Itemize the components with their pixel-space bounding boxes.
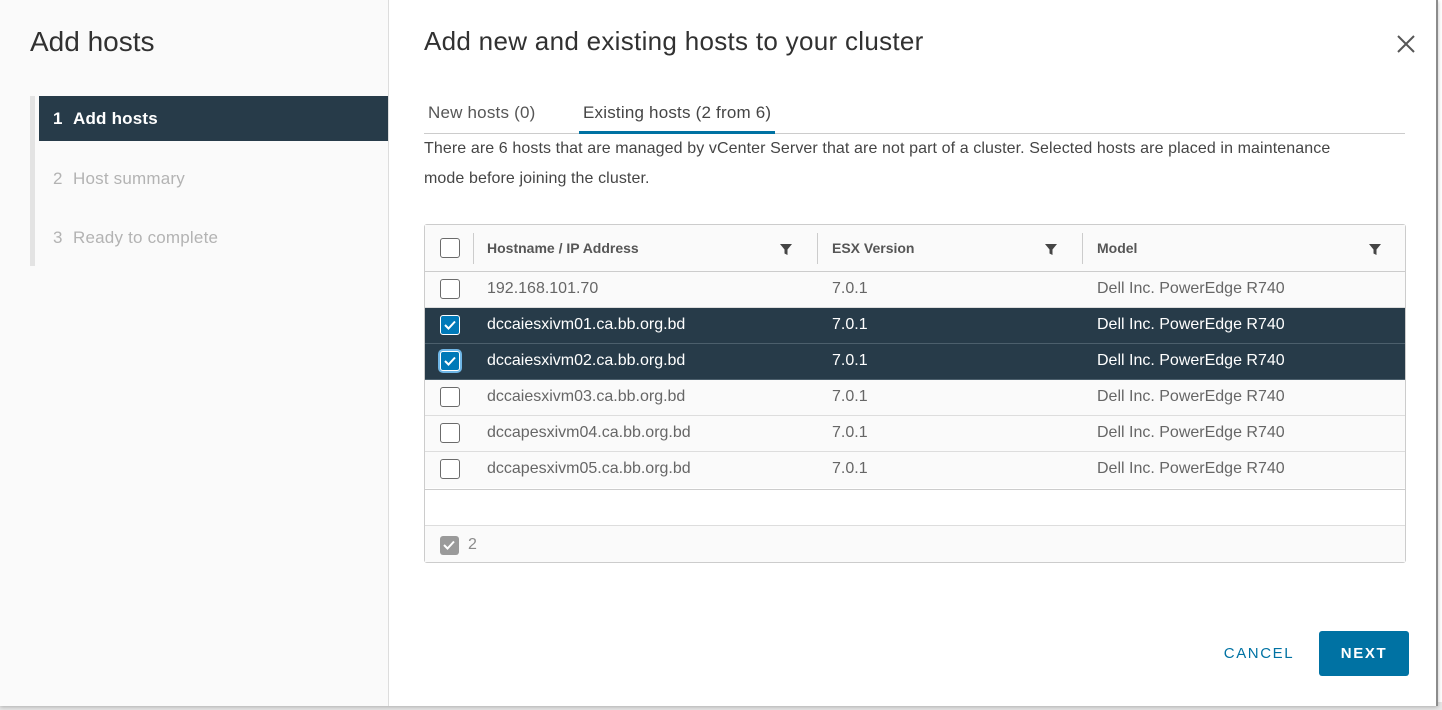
step-number: 3 bbox=[53, 227, 63, 247]
column-separator bbox=[473, 233, 474, 264]
version-cell: 7.0.1 bbox=[832, 424, 868, 441]
tab-new-hosts[interactable]: New hosts (0) bbox=[424, 96, 539, 134]
row-checkbox[interactable] bbox=[440, 387, 460, 407]
column-separator bbox=[1082, 233, 1083, 264]
table-row[interactable]: 192.168.101.70 7.0.1 Dell Inc. PowerEdge… bbox=[425, 272, 1405, 308]
filter-icon[interactable] bbox=[1045, 244, 1057, 256]
version-cell: 7.0.1 bbox=[832, 460, 868, 477]
version-cell: 7.0.1 bbox=[832, 352, 868, 369]
row-checkbox[interactable] bbox=[440, 459, 460, 479]
hostname-cell: dccaiesxivm02.ca.bb.org.bd bbox=[487, 352, 686, 369]
model-cell: Dell Inc. PowerEdge R740 bbox=[1097, 460, 1285, 477]
step-add-hosts[interactable]: 1 Add hosts bbox=[39, 96, 388, 141]
hostname-cell: dccapesxivm04.ca.bb.org.bd bbox=[487, 424, 691, 441]
wizard-steps-pane: Add hosts 1 Add hosts 2 Host summary 3 R… bbox=[0, 0, 389, 706]
table-row[interactable]: dccaiesxivm02.ca.bb.org.bd 7.0.1 Dell In… bbox=[425, 344, 1405, 380]
description-text: There are 6 hosts that are managed by vC… bbox=[424, 140, 1331, 187]
model-cell: Dell Inc. PowerEdge R740 bbox=[1097, 280, 1285, 297]
steps-rail bbox=[30, 96, 35, 266]
selected-count-checkbox-icon bbox=[440, 536, 459, 555]
close-icon[interactable] bbox=[1395, 33, 1417, 55]
column-separator bbox=[817, 233, 818, 264]
step-number: 2 bbox=[53, 168, 63, 188]
table-row[interactable]: dccaiesxivm01.ca.bb.org.bd 7.0.1 Dell In… bbox=[425, 308, 1405, 344]
model-cell: Dell Inc. PowerEdge R740 bbox=[1097, 316, 1285, 333]
hostname-cell: dccaiesxivm01.ca.bb.org.bd bbox=[487, 316, 686, 333]
step-label: Host summary bbox=[73, 168, 185, 188]
filter-icon[interactable] bbox=[1369, 244, 1381, 256]
version-cell: 7.0.1 bbox=[832, 280, 868, 297]
step-label: Ready to complete bbox=[73, 227, 219, 247]
model-cell: Dell Inc. PowerEdge R740 bbox=[1097, 388, 1285, 405]
select-all-checkbox[interactable] bbox=[440, 238, 460, 258]
row-checkbox[interactable] bbox=[440, 423, 460, 443]
column-header-hostname[interactable]: Hostname / IP Address bbox=[487, 240, 639, 256]
cancel-button[interactable]: CANCEL bbox=[1209, 631, 1309, 676]
wizard-content: Add new and existing hosts to your clust… bbox=[389, 0, 1436, 706]
column-header-esx-version[interactable]: ESX Version bbox=[832, 240, 914, 256]
table-row[interactable]: dccapesxivm05.ca.bb.org.bd 7.0.1 Dell In… bbox=[425, 452, 1405, 488]
model-cell: Dell Inc. PowerEdge R740 bbox=[1097, 424, 1285, 441]
column-header-model[interactable]: Model bbox=[1097, 240, 1137, 256]
row-checkbox[interactable] bbox=[440, 351, 460, 371]
step-ready-to-complete[interactable]: 3 Ready to complete bbox=[39, 215, 388, 260]
table-row[interactable]: dccaiesxivm03.ca.bb.org.bd 7.0.1 Dell In… bbox=[425, 380, 1405, 416]
checkmark-icon bbox=[444, 356, 456, 366]
hostname-cell: 192.168.101.70 bbox=[487, 280, 599, 297]
model-cell: Dell Inc. PowerEdge R740 bbox=[1097, 352, 1285, 369]
wizard-title: Add hosts bbox=[30, 26, 155, 57]
tab-existing-hosts[interactable]: Existing hosts (2 from 6) bbox=[579, 96, 776, 134]
hosts-datagrid: Hostname / IP Address ESX Version Model bbox=[424, 224, 1406, 563]
step-number: 1 bbox=[53, 108, 63, 128]
step-label: Add hosts bbox=[73, 108, 158, 128]
row-checkbox[interactable] bbox=[440, 315, 460, 335]
hostname-cell: dccapesxivm05.ca.bb.org.bd bbox=[487, 460, 691, 477]
version-cell: 7.0.1 bbox=[832, 316, 868, 333]
datagrid-footer: 2 bbox=[425, 526, 1405, 562]
filter-icon[interactable] bbox=[780, 244, 792, 256]
table-row[interactable]: dccapesxivm04.ca.bb.org.bd 7.0.1 Dell In… bbox=[425, 416, 1405, 452]
host-tabs: New hosts (0) Existing hosts (2 from 6) bbox=[424, 96, 1405, 134]
step-host-summary[interactable]: 2 Host summary bbox=[39, 156, 388, 201]
selected-count: 2 bbox=[468, 536, 477, 553]
hostname-cell: dccaiesxivm03.ca.bb.org.bd bbox=[487, 388, 686, 405]
version-cell: 7.0.1 bbox=[832, 388, 868, 405]
datagrid-empty-area bbox=[425, 489, 1405, 526]
datagrid-header: Hostname / IP Address ESX Version Model bbox=[425, 225, 1405, 272]
row-checkbox[interactable] bbox=[440, 279, 460, 299]
dialog-title: Add new and existing hosts to your clust… bbox=[424, 26, 924, 56]
next-button[interactable]: NEXT bbox=[1319, 631, 1409, 676]
checkmark-icon bbox=[444, 320, 456, 330]
add-hosts-wizard: Add hosts 1 Add hosts 2 Host summary 3 R… bbox=[0, 0, 1438, 706]
